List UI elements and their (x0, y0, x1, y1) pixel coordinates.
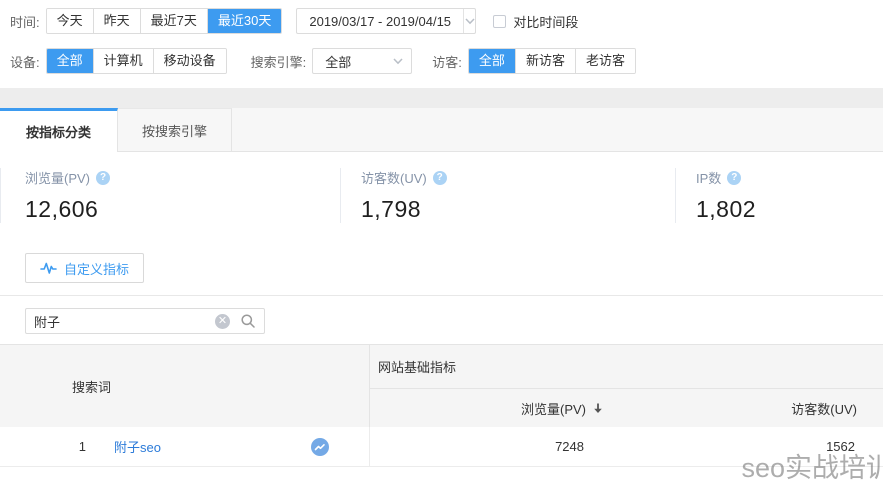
metric-uv-label: 访客数(UV) (361, 168, 427, 187)
tab-strip: 按指标分类 按搜索引擎 (0, 108, 883, 152)
custom-metric-button-label: 自定义指标 (64, 259, 129, 278)
visitor-filter-label: 访客: (432, 52, 462, 71)
keyword-search-box: ✕ (25, 308, 265, 334)
search-term-link[interactable]: 附子seo (114, 437, 161, 456)
chevron-down-icon (393, 58, 403, 65)
device-filter-label: 设备: (10, 52, 40, 71)
visitor-group: 全部 新访客 老访客 (468, 48, 636, 74)
search-engine-dropdown[interactable]: 全部 (312, 48, 412, 74)
time-filter-row: 时间: 今天 昨天 最近7天 最近30天 2019/03/17 - 2019/0… (10, 8, 883, 34)
help-icon[interactable]: ? (96, 171, 110, 185)
column-header-uv[interactable]: 访客数(UV) (610, 389, 883, 427)
section-divider (0, 295, 883, 296)
device-filter-row: 设备: 全部 计算机 移动设备 搜索引擎: 全部 访客: 全部 新访客 老访客 (10, 48, 883, 74)
pv-header-label: 浏览量(PV) (521, 399, 586, 418)
chevron-down-icon (465, 18, 475, 25)
metric-pv-value: 12,606 (25, 196, 340, 223)
visitor-option-new[interactable]: 新访客 (515, 49, 575, 73)
filter-panel: 时间: 今天 昨天 最近7天 最近30天 2019/03/17 - 2019/0… (0, 0, 883, 74)
date-range-picker[interactable]: 2019/03/17 - 2019/04/15 (296, 8, 476, 34)
page-background-band (0, 88, 883, 108)
time-option-last30days[interactable]: 最近30天 (207, 8, 281, 34)
trend-chart-icon[interactable] (311, 438, 329, 456)
column-header-search-term: 搜索词 (0, 345, 370, 427)
metric-uv: 访客数(UV) ? 1,798 (340, 168, 675, 223)
table-row: 1 附子seo 7248 1562 (0, 427, 883, 467)
keyword-table: 搜索词 网站基础指标 浏览量(PV) 访客数(UV) 1 附子seo (0, 344, 883, 467)
group-header-site-metrics: 网站基础指标 (370, 345, 883, 389)
clear-icon[interactable]: ✕ (215, 314, 230, 329)
metric-pv-label: 浏览量(PV) (25, 168, 90, 187)
metric-ip: IP数 ? 1,802 (675, 168, 883, 223)
help-icon[interactable]: ? (727, 171, 741, 185)
uv-header-label: 访客数(UV) (791, 399, 857, 418)
compare-period-checkbox[interactable] (493, 15, 506, 28)
time-filter-label: 时间: (10, 12, 40, 31)
table-header: 搜索词 网站基础指标 浏览量(PV) 访客数(UV) (0, 345, 883, 427)
pulse-icon (40, 261, 57, 275)
search-engine-chevron (385, 58, 411, 65)
tab-by-metric[interactable]: 按指标分类 (0, 108, 118, 152)
time-option-last7days[interactable]: 最近7天 (140, 9, 207, 33)
device-group: 全部 计算机 移动设备 (46, 48, 227, 74)
search-term-cell: 1 附子seo (0, 427, 370, 466)
tab-strip-filler (232, 108, 883, 151)
search-engine-selected-value: 全部 (313, 52, 385, 71)
sort-desc-icon[interactable] (592, 402, 604, 415)
sub-header-row: 浏览量(PV) 访客数(UV) (370, 389, 883, 427)
date-range-chevron[interactable] (463, 9, 475, 33)
metric-pv: 浏览量(PV) ? 12,606 (0, 168, 340, 223)
device-option-all[interactable]: 全部 (47, 48, 93, 74)
group-header-label: 网站基础指标 (378, 357, 456, 376)
visitor-option-returning[interactable]: 老访客 (575, 49, 635, 73)
help-icon[interactable]: ? (433, 171, 447, 185)
device-option-pc[interactable]: 计算机 (93, 49, 153, 73)
uv-value-cell: 1562 (610, 427, 883, 466)
search-term-header-label: 搜索词 (72, 377, 111, 396)
metric-ip-label: IP数 (696, 168, 721, 187)
column-header-pv[interactable]: 浏览量(PV) (370, 389, 610, 427)
table-header-right: 网站基础指标 浏览量(PV) 访客数(UV) (370, 345, 883, 427)
summary-metrics: 浏览量(PV) ? 12,606 访客数(UV) ? 1,798 IP数 ? 1… (0, 152, 883, 241)
metric-uv-value: 1,798 (361, 196, 675, 223)
compare-period-label: 对比时间段 (513, 12, 578, 31)
tab-by-metric-label: 按指标分类 (26, 122, 91, 141)
device-option-mobile[interactable]: 移动设备 (153, 49, 226, 73)
search-engine-filter-label: 搜索引擎: (251, 52, 307, 71)
time-option-today[interactable]: 今天 (47, 9, 93, 33)
tab-by-search-engine-label: 按搜索引擎 (142, 121, 207, 140)
tab-by-search-engine[interactable]: 按搜索引擎 (118, 108, 232, 151)
rank-number: 1 (30, 439, 86, 454)
keyword-search-input[interactable] (34, 314, 215, 329)
visitor-option-all[interactable]: 全部 (469, 48, 515, 74)
metric-ip-value: 1,802 (696, 196, 883, 223)
time-range-group: 今天 昨天 最近7天 最近30天 (46, 8, 283, 34)
date-range-value: 2019/03/17 - 2019/04/15 (297, 14, 463, 29)
search-icon[interactable] (240, 313, 256, 329)
custom-metric-button[interactable]: 自定义指标 (25, 253, 144, 283)
pv-value-cell: 7248 (370, 427, 610, 466)
time-option-yesterday[interactable]: 昨天 (93, 9, 140, 33)
